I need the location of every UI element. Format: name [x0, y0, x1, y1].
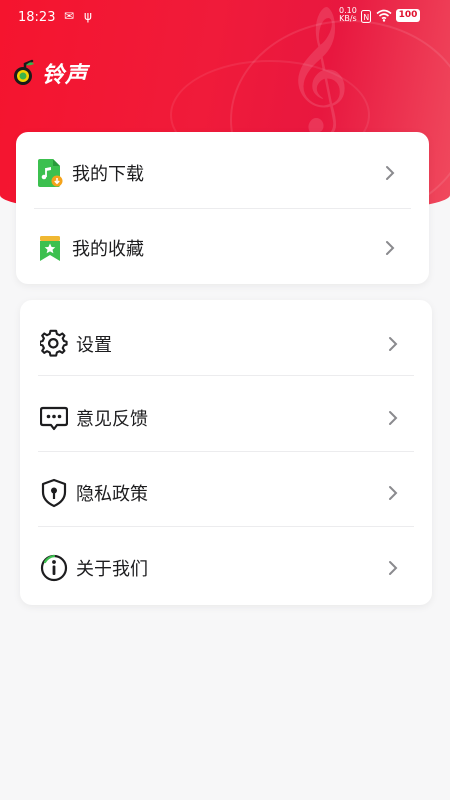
chevron-right-icon: [389, 485, 398, 500]
menu-item-feedback[interactable]: 意见反馈: [20, 380, 432, 455]
menu-item-label: 关于我们: [76, 558, 148, 580]
chevron-right-icon: [389, 410, 398, 425]
usb-icon: ψ: [84, 9, 92, 23]
menu-item-label: 我的收藏: [72, 238, 144, 260]
bottom-area: [0, 760, 450, 800]
menu-item-label: 意见反馈: [76, 408, 148, 430]
privacy-shield-icon: [41, 478, 67, 507]
menu-item-label: 隐私政策: [76, 483, 148, 505]
info-icon: [40, 554, 68, 581]
svg-text:N: N: [363, 13, 369, 22]
status-bar: 18:23 ✉ ψ 0.10 KB/s N 100: [0, 0, 450, 34]
chevron-right-icon: [389, 560, 398, 575]
settings-gear-icon: [40, 329, 68, 357]
feedback-chat-icon: [40, 406, 68, 430]
mail-icon: ✉: [64, 9, 75, 23]
menu-item-settings[interactable]: 设置: [20, 306, 432, 381]
status-time: 18:23: [18, 10, 56, 25]
menu-item-label: 我的下载: [72, 163, 144, 185]
divider: [38, 375, 414, 376]
chevron-right-icon: [386, 240, 395, 255]
menu-item-downloads[interactable]: 我的下载: [16, 135, 429, 210]
menu-item-label: 设置: [76, 334, 112, 356]
my-content-card: 我的下载 我的收藏: [16, 132, 429, 284]
wifi-icon: [376, 9, 392, 22]
menu-item-privacy[interactable]: 隐私政策: [20, 455, 432, 530]
app-name: 铃声: [42, 63, 89, 88]
divider: [38, 526, 414, 527]
settings-card: 设置 意见反馈 隐私政策 关于我们: [20, 300, 432, 605]
music-download-icon: [38, 158, 63, 187]
divider: [38, 451, 414, 452]
nfc-icon: N: [361, 10, 371, 23]
star-bookmark-icon: [40, 235, 60, 261]
speed-unit: KB/s: [339, 14, 357, 23]
app-logo-icon: [14, 59, 34, 85]
network-speed: 0.10 KB/s: [339, 7, 357, 23]
brand: 铃声: [12, 58, 88, 88]
menu-item-favorites[interactable]: 我的收藏: [16, 210, 429, 285]
chevron-right-icon: [389, 336, 398, 351]
divider: [34, 208, 411, 209]
menu-item-about[interactable]: 关于我们: [20, 530, 432, 605]
battery-icon: 100: [396, 9, 420, 22]
chevron-right-icon: [386, 165, 395, 180]
